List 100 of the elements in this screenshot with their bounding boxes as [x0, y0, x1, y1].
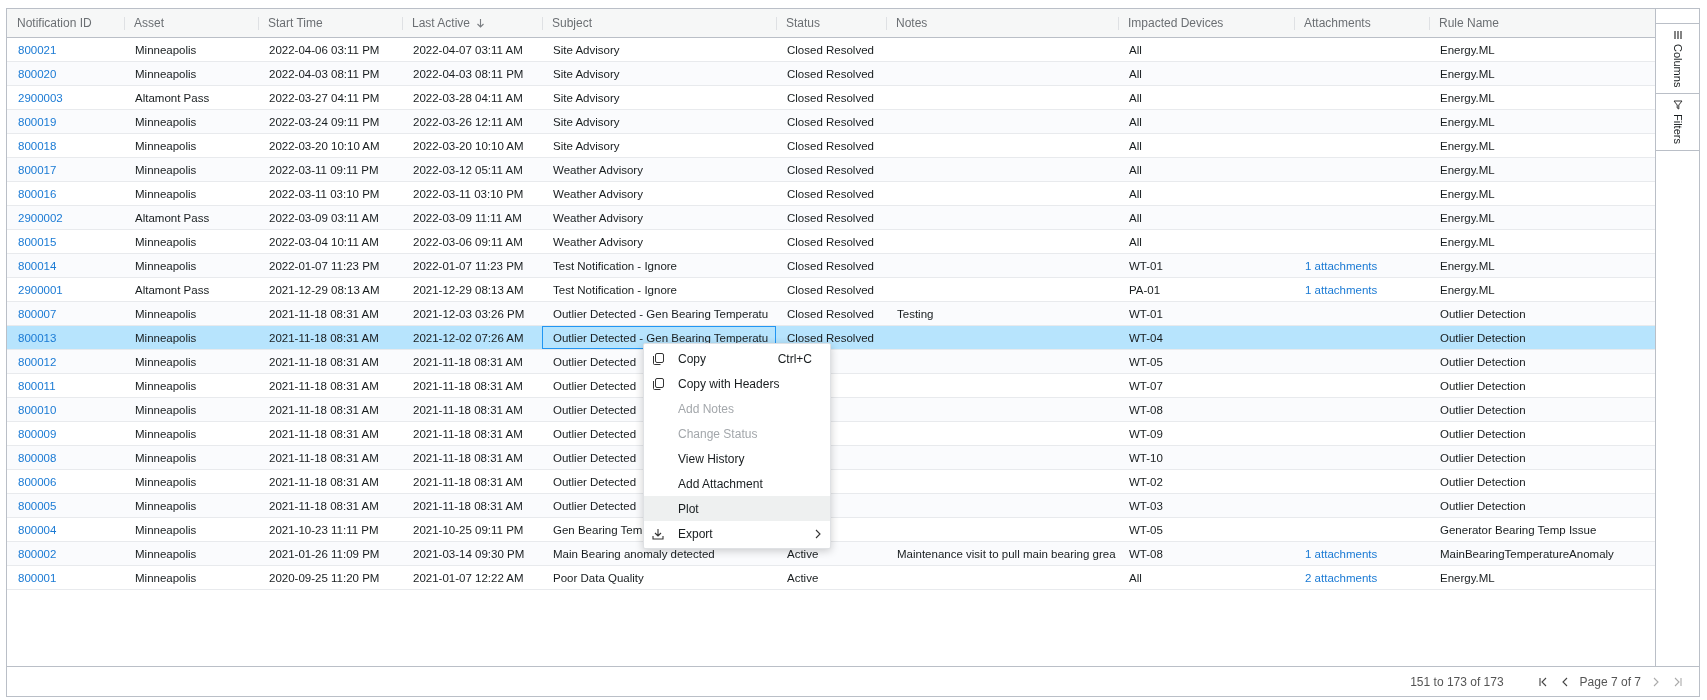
table-cell: 2021-01-26 11:09 PM	[269, 547, 380, 560]
table-cell: Outlier Detected - Gen Bearing Temperatu	[553, 307, 769, 320]
menu-item[interactable]: Copy with Headers	[644, 371, 830, 396]
table-cell: Energy.ML	[1440, 163, 1495, 176]
table-cell: Closed Resolved	[787, 139, 874, 152]
table-cell: Energy.ML	[1440, 259, 1495, 272]
table-row[interactable]: 800017 Minneapolis 2022-03-11 09:11 PM 2022-03-12 05:11 AM Weather Advisory Closed Resolved All Energy.ML	[7, 158, 1655, 182]
menu-item[interactable]: Plot	[644, 496, 830, 521]
table-row[interactable]: 800014 Minneapolis 2022-01-07 11:23 PM 2022-01-07 11:23 PM Test Notification - Ignore Closed Resolved WT-01 1 attachments Energy.ML	[7, 254, 1655, 278]
notification-id-link[interactable]: 800012	[18, 355, 57, 368]
table-row[interactable]: 800013 Minneapolis 2021-11-18 08:31 AM 2021-12-02 07:26 AM Outlier Detected - Gen Bearing Temperatu Closed Resolved WT-04 Outlier Detection	[7, 326, 1655, 350]
attachments-link[interactable]: 1 attachments	[1305, 547, 1378, 560]
next-page-icon	[1651, 676, 1661, 687]
table-cell: Energy.ML	[1440, 43, 1495, 56]
attachments-link[interactable]: 1 attachments	[1305, 259, 1378, 272]
notification-id-link[interactable]: 800011	[18, 379, 56, 392]
column-header[interactable]: Start Time	[258, 9, 402, 37]
table-cell: 2022-04-03 08:11 PM	[413, 67, 524, 80]
table-cell: All	[1129, 235, 1142, 248]
table-cell: Minneapolis	[135, 523, 197, 536]
notification-id-link[interactable]: 800016	[18, 187, 57, 200]
column-header[interactable]: Asset	[124, 9, 258, 37]
table-row[interactable]: 800002 Minneapolis 2021-01-26 11:09 PM 2021-03-14 09:30 PM Main Bearing anomaly detected Active Maintenance visit to pull main bearing grea WT-08 1 attachments MainBearingTemperatureAnomaly	[7, 542, 1655, 566]
table-cell: All	[1129, 115, 1142, 128]
notification-id-link[interactable]: 2900001	[18, 283, 63, 296]
notification-id-link[interactable]: 800015	[18, 235, 57, 248]
table-cell: WT-02	[1129, 475, 1163, 488]
table-cell: Outlier Detected	[553, 499, 637, 512]
table-cell: 2022-04-06 03:11 PM	[269, 43, 380, 56]
table-cell: 2022-03-04 10:11 AM	[269, 235, 379, 248]
notification-id-link[interactable]: 800004	[18, 523, 57, 536]
notification-id-link[interactable]: 800008	[18, 451, 57, 464]
table-cell: WT-09	[1129, 427, 1163, 440]
table-cell: 2021-12-29 08:13 AM	[413, 283, 524, 296]
notification-id-link[interactable]: 800007	[18, 307, 57, 320]
table-cell: Outlier Detection	[1440, 427, 1526, 440]
table-cell: WT-05	[1129, 523, 1163, 536]
notification-id-link[interactable]: 2900002	[18, 211, 63, 224]
table-row[interactable]: 800020 Minneapolis 2022-04-03 08:11 PM 2022-04-03 08:11 PM Site Advisory Closed Resolved All Energy.ML	[7, 62, 1655, 86]
table-cell: 2022-03-09 03:11 AM	[269, 211, 379, 224]
table-cell: Closed Resolved	[787, 115, 874, 128]
table-cell: Poor Data Quality	[553, 571, 644, 584]
table-cell: Minneapolis	[135, 427, 197, 440]
table-cell: Outlier Detection	[1440, 379, 1526, 392]
table-cell: Closed Resolved	[787, 235, 874, 248]
table-cell: WT-04	[1129, 331, 1163, 344]
column-header[interactable]: Status	[776, 9, 886, 37]
column-header[interactable]: Impacted Devices	[1118, 9, 1294, 37]
column-header[interactable]: Notes	[886, 9, 1118, 37]
table-cell: Outlier Detected	[553, 427, 637, 440]
columns-icon	[1672, 30, 1683, 40]
notification-id-link[interactable]: 800017	[18, 163, 57, 176]
table-cell: Active	[787, 547, 819, 560]
table-cell: 2021-11-18 08:31 AM	[269, 355, 379, 368]
table-cell: Outlier Detection	[1440, 451, 1526, 464]
table-cell: Maintenance visit to pull main bearing grea	[897, 547, 1116, 560]
table-cell: Minneapolis	[135, 235, 197, 248]
table-cell: 2021-11-18 08:31 AM	[413, 475, 523, 488]
table-cell: Minneapolis	[135, 475, 197, 488]
table-row[interactable]: 2900002 Altamont Pass 2022-03-09 03:11 AM 2022-03-09 11:11 AM Weather Advisory Closed Resolved All Energy.ML	[7, 206, 1655, 230]
table-cell: 2022-03-09 11:11 AM	[413, 211, 522, 224]
table-cell: Active	[787, 571, 819, 584]
notification-id-link[interactable]: 800020	[18, 67, 57, 80]
table-row[interactable]: 800007 Minneapolis 2021-11-18 08:31 AM 2021-12-03 03:26 PM Outlier Detected - Gen Bearing Temperatu Closed Resolved Testing WT-01 Outlier Detection	[7, 302, 1655, 326]
column-header[interactable]: Last Active	[402, 9, 542, 37]
table-cell: WT-03	[1129, 499, 1163, 512]
notification-id-link[interactable]: 800013	[18, 331, 57, 344]
table-cell: 2022-04-03 08:11 PM	[269, 67, 380, 80]
notification-id-link[interactable]: 800014	[18, 259, 57, 272]
table-cell: Outlier Detection	[1440, 355, 1526, 368]
notification-id-link[interactable]: 2900003	[18, 91, 63, 104]
table-cell: 2022-03-11 03:10 PM	[269, 187, 380, 200]
attachments-link[interactable]: 1 attachments	[1305, 283, 1378, 296]
menu-item[interactable]: Add Attachment	[644, 471, 830, 496]
notification-id-link[interactable]: 800002	[18, 547, 57, 560]
table-cell: 2021-12-29 08:13 AM	[269, 283, 380, 296]
menu-item[interactable]: View History	[644, 446, 830, 471]
filter-icon	[1672, 100, 1683, 111]
table-cell: Testing	[897, 307, 934, 320]
notification-id-link[interactable]: 800009	[18, 427, 57, 440]
attachments-link[interactable]: 2 attachments	[1305, 571, 1378, 584]
table-cell: Outlier Detection	[1440, 499, 1526, 512]
notification-id-link[interactable]: 800006	[18, 475, 57, 488]
column-header[interactable]: Rule Name	[1429, 9, 1655, 37]
page-indicator: Page 7 of 7	[1579, 674, 1641, 689]
column-header[interactable]: Notification ID	[7, 9, 124, 37]
table-cell: Minneapolis	[135, 403, 197, 416]
notification-id-link[interactable]: 800005	[18, 499, 57, 512]
notification-id-link[interactable]: 800021	[18, 43, 57, 56]
table-row[interactable]: 800019 Minneapolis 2022-03-24 09:11 PM 2022-03-26 12:11 AM Site Advisory Closed Resolved All Energy.ML	[7, 110, 1655, 134]
table-cell: Closed Resolved	[787, 331, 874, 344]
column-header[interactable]: Attachments	[1294, 9, 1429, 37]
table-cell: 2022-04-07 03:11 AM	[413, 43, 523, 56]
notification-id-link[interactable]: 800019	[18, 115, 57, 128]
notification-id-link[interactable]: 800010	[18, 403, 57, 416]
row-count-text: 151 to 173 of 173	[1410, 674, 1504, 689]
notification-id-link[interactable]: 800001	[18, 571, 57, 584]
table-cell: Outlier Detected	[553, 355, 637, 368]
column-header[interactable]: Subject	[542, 9, 776, 37]
notification-id-link[interactable]: 800018	[18, 139, 57, 152]
